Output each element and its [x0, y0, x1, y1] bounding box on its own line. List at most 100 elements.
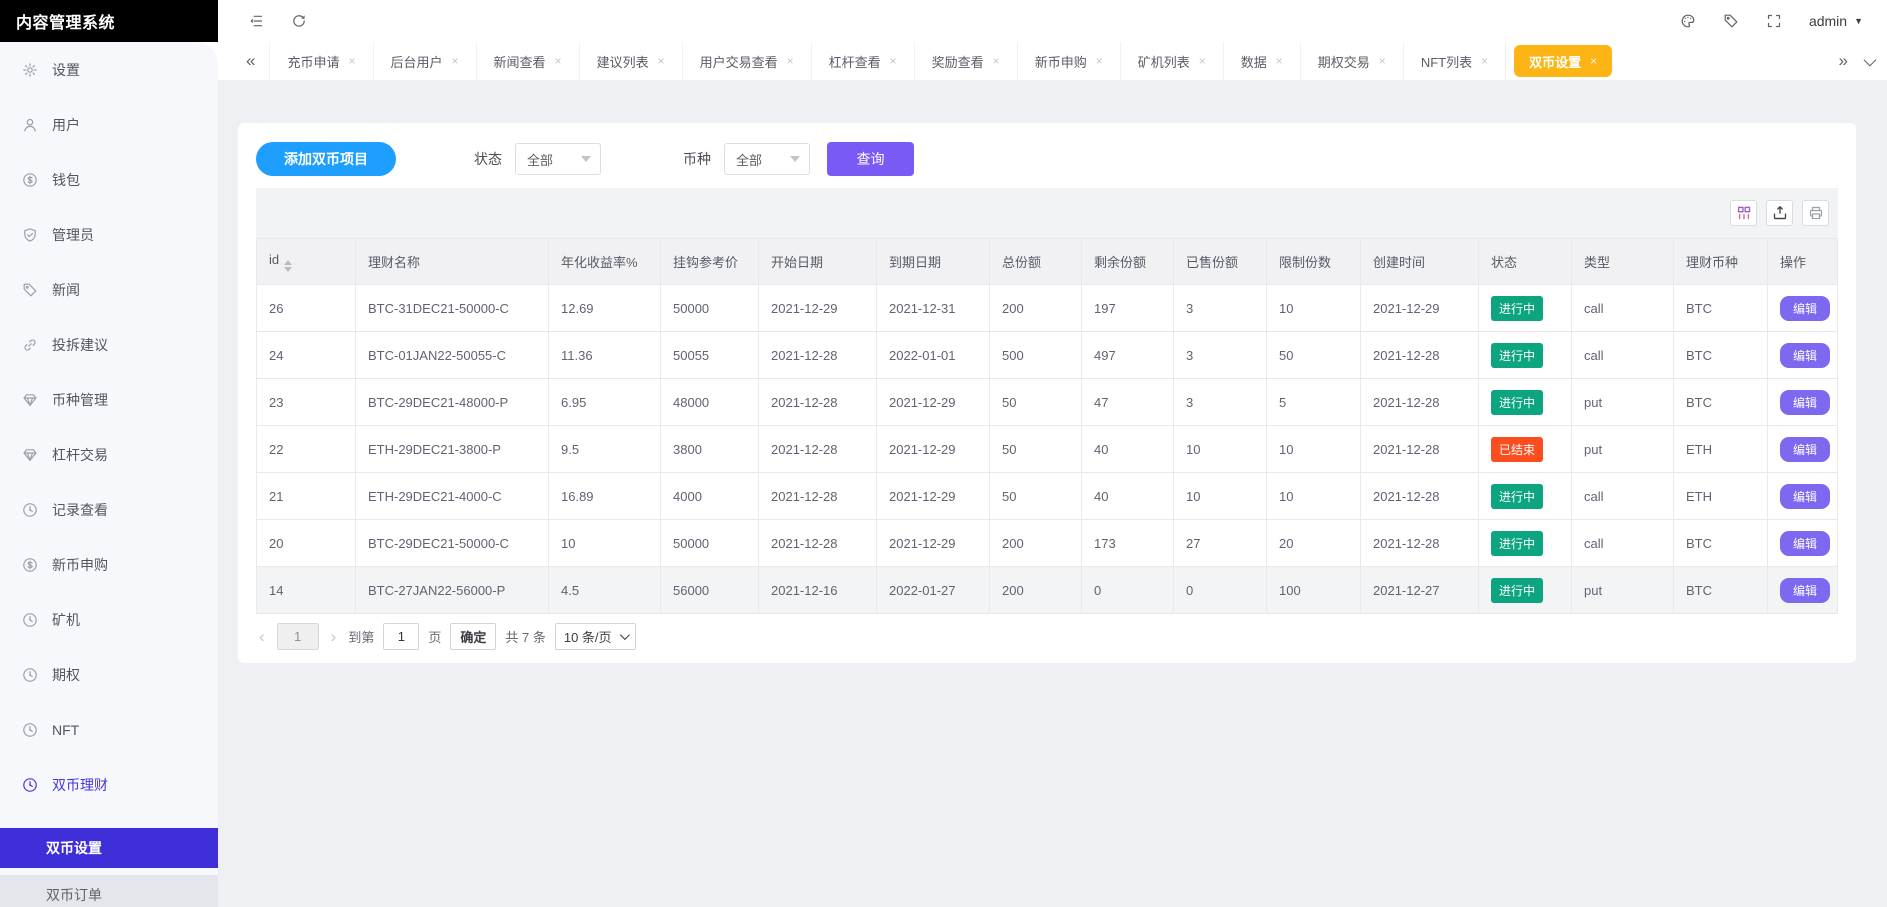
table-row[interactable]: 20 BTC-29DEC21-50000-C 10 50000 2021-12-… [256, 519, 1838, 567]
tabs-scroll-right-icon[interactable]: » [1839, 51, 1848, 71]
close-icon[interactable]: × [993, 54, 1000, 68]
sidebar-item-dual-currency[interactable]: 双币理财 [0, 757, 218, 812]
goto-page-input[interactable] [383, 623, 420, 650]
table-row[interactable]: 22 ETH-29DEC21-3800-P 9.5 3800 2021-12-2… [256, 425, 1838, 473]
sidebar-subitem-dual-settings[interactable]: 双币设置 [0, 828, 218, 868]
next-page-icon[interactable]: › [328, 627, 340, 647]
current-page[interactable]: 1 [276, 623, 319, 650]
sidebar-item-records[interactable]: 记录查看 [0, 482, 218, 537]
tab[interactable]: 新闻查看 × [477, 42, 580, 80]
sidebar-item-feedback[interactable]: 投拆建议 [0, 317, 218, 372]
tabbar: « 充币申请 × 后台用户 × 新闻查看 × 建议列表 × 用户交易查看 × 杠… [218, 42, 1887, 80]
table-row[interactable]: 21 ETH-29DEC21-4000-C 16.89 4000 2021-12… [256, 472, 1838, 520]
app-window: 内容管理系统 设置 用户 钱包 管理员 新闻 投拆建议 币种管理 杠杆交易 记录… [0, 0, 1887, 907]
print-icon[interactable] [1802, 200, 1829, 226]
tab-label: 奖励查看 [931, 54, 984, 70]
tab-label: 新币申购 [1034, 54, 1087, 70]
table-row[interactable]: 23 BTC-29DEC21-48000-P 6.95 48000 2021-1… [256, 378, 1838, 426]
sidebar-item-settings[interactable]: 设置 [0, 42, 218, 97]
table-row[interactable]: 26 BTC-31DEC21-50000-C 12.69 50000 2021-… [256, 284, 1838, 332]
close-icon[interactable]: × [1379, 54, 1386, 68]
tab[interactable]: 杠杆查看 × [812, 42, 915, 80]
user-menu[interactable]: admin ▼ [1809, 13, 1863, 29]
sidebar-submenu: 双币设置 双币订单 [0, 828, 218, 907]
edit-button[interactable]: 编辑 [1780, 530, 1831, 556]
sidebar-item-nft[interactable]: NFT [0, 702, 218, 757]
close-icon[interactable]: × [1481, 54, 1488, 68]
coin-select[interactable]: 全部 [724, 143, 810, 175]
edit-button[interactable]: 编辑 [1780, 295, 1831, 321]
cell-id: 23 [256, 378, 356, 426]
fullscreen-icon[interactable] [1766, 13, 1783, 30]
tab-label: 后台用户 [390, 54, 443, 70]
pagination: ‹ 1 › 到第 页 确定 共 7 条 10 条/页 [256, 623, 1838, 650]
close-icon[interactable]: × [452, 54, 459, 68]
cell-actions: 编辑 [1767, 331, 1838, 379]
edit-button[interactable]: 编辑 [1780, 436, 1831, 462]
close-icon[interactable]: × [1590, 54, 1597, 68]
close-icon[interactable]: × [555, 54, 562, 68]
sidebar-item-news[interactable]: 新闻 [0, 262, 218, 317]
close-icon[interactable]: × [348, 54, 355, 68]
close-icon[interactable]: × [787, 54, 794, 68]
tab[interactable]: 期权交易 × [1301, 42, 1404, 80]
edit-button[interactable]: 编辑 [1780, 389, 1831, 415]
tab[interactable]: 奖励查看 × [915, 42, 1018, 80]
clock-icon [22, 777, 38, 793]
palette-icon[interactable] [1680, 13, 1697, 30]
add-dual-project-button[interactable]: 添加双币项目 [256, 142, 396, 176]
table-row[interactable]: 24 BTC-01JAN22-50055-C 11.36 50055 2021-… [256, 331, 1838, 379]
search-button[interactable]: 查询 [827, 142, 914, 176]
close-icon[interactable]: × [658, 54, 665, 68]
tab[interactable]: 数据 × [1224, 42, 1301, 80]
cell-type: call [1571, 331, 1674, 379]
columns-icon[interactable] [1730, 200, 1757, 226]
close-icon[interactable]: × [1276, 54, 1283, 68]
sidebar-subitem-dual-orders[interactable]: 双币订单 [0, 875, 218, 907]
prev-page-icon[interactable]: ‹ [256, 627, 268, 647]
sidebar-item-options[interactable]: 期权 [0, 647, 218, 702]
status-badge: 进行中 [1491, 530, 1544, 556]
cell-actions: 编辑 [1767, 284, 1838, 332]
sidebar-item-users[interactable]: 用户 [0, 97, 218, 152]
edit-button[interactable]: 编辑 [1780, 483, 1831, 509]
edit-button[interactable]: 编辑 [1780, 342, 1831, 368]
sidebar-item-miners[interactable]: 矿机 [0, 592, 218, 647]
sidebar-item-wallet[interactable]: 钱包 [0, 152, 218, 207]
cell-rate: 16.89 [548, 472, 661, 520]
tab[interactable]: 用户交易查看 × [683, 42, 812, 80]
close-icon[interactable]: × [1096, 54, 1103, 68]
table-header-row: id 理财名称 年化收益率% 挂钩参考价 开始日期 到期日期 总份额 剩余份额 … [256, 238, 1838, 285]
tag-icon[interactable] [1723, 13, 1740, 30]
tab[interactable]: 新币申购 × [1018, 42, 1121, 80]
cell-name: BTC-27JAN22-56000-P [355, 566, 549, 614]
refresh-icon[interactable] [291, 13, 308, 30]
sort-icon[interactable] [284, 259, 293, 272]
status-select[interactable]: 全部 [515, 143, 601, 175]
cell-id: 22 [256, 425, 356, 473]
tabs-scroll-left-icon[interactable]: « [232, 42, 271, 80]
cell-coin: BTC [1673, 519, 1768, 567]
sidebar-item-new-coin[interactable]: 新币申购 [0, 537, 218, 592]
tab[interactable]: 矿机列表 × [1121, 42, 1224, 80]
tab[interactable]: 后台用户 × [374, 42, 477, 80]
tab[interactable]: NFT列表 × [1404, 42, 1507, 80]
sidebar-item-leverage[interactable]: 杠杆交易 [0, 427, 218, 482]
sidebar-item-currencies[interactable]: 币种管理 [0, 372, 218, 427]
export-icon[interactable] [1766, 200, 1793, 226]
sidebar-item-admins[interactable]: 管理员 [0, 207, 218, 262]
table-row[interactable]: 14 BTC-27JAN22-56000-P 4.5 56000 2021-12… [256, 566, 1838, 614]
tab[interactable]: 双币设置 × [1514, 45, 1613, 77]
close-icon[interactable]: × [1199, 54, 1206, 68]
confirm-button[interactable]: 确定 [450, 623, 497, 650]
page-size-select[interactable]: 10 条/页 [554, 623, 636, 650]
user-icon [22, 117, 38, 133]
dollar-circle-icon [22, 557, 38, 573]
close-icon[interactable]: × [890, 54, 897, 68]
menu-fold-icon[interactable] [248, 13, 265, 30]
tab[interactable]: 建议列表 × [580, 42, 683, 80]
tabs-menu-chevron-down-icon[interactable] [1863, 53, 1877, 66]
cell-name: BTC-29DEC21-48000-P [355, 378, 549, 426]
edit-button[interactable]: 编辑 [1780, 577, 1831, 603]
tab[interactable]: 充币申请 × [270, 42, 374, 80]
